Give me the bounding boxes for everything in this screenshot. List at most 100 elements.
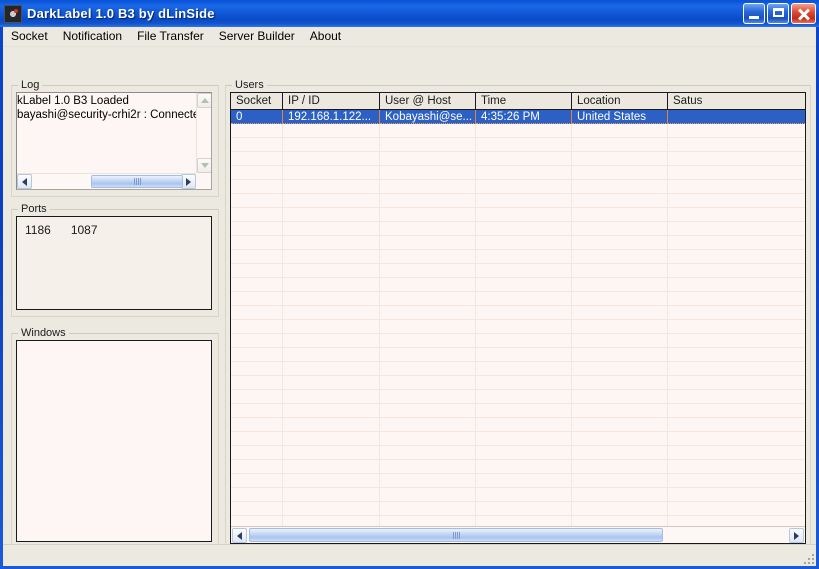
- table-cell: [572, 348, 668, 362]
- table-cell: [231, 264, 283, 278]
- table-cell: [668, 166, 805, 180]
- title-bar[interactable]: DarkLabel 1.0 B3 by dLinSide: [0, 0, 819, 27]
- table-row[interactable]: [231, 264, 805, 278]
- table-cell: [283, 334, 380, 348]
- users-horizontal-scrollbar[interactable]: [231, 526, 805, 543]
- windows-panel-label: Windows: [18, 327, 69, 339]
- table-cell: [283, 474, 380, 488]
- table-row[interactable]: [231, 376, 805, 390]
- table-row[interactable]: [231, 460, 805, 474]
- users-scroll-left-button[interactable]: [232, 528, 247, 543]
- table-row[interactable]: [231, 222, 805, 236]
- table-row[interactable]: [231, 516, 805, 526]
- table-cell: [668, 194, 805, 208]
- menu-item-about[interactable]: About: [303, 27, 348, 46]
- table-row[interactable]: [231, 488, 805, 502]
- table-row[interactable]: [231, 432, 805, 446]
- column-header-ip-id[interactable]: IP / ID: [283, 93, 380, 109]
- log-scroll-down-button[interactable]: [197, 158, 212, 173]
- menu-item-file-transfer[interactable]: File Transfer: [130, 27, 211, 46]
- column-header-location[interactable]: Location: [572, 93, 668, 109]
- table-cell: [572, 152, 668, 166]
- table-cell: [231, 502, 283, 516]
- close-button[interactable]: [791, 3, 816, 24]
- log-vertical-scrollbar[interactable]: [196, 93, 211, 173]
- table-row[interactable]: [231, 236, 805, 250]
- table-row[interactable]: [231, 418, 805, 432]
- log-line: bayashi@security-crhi2r : Connected: [17, 108, 196, 122]
- table-row[interactable]: [231, 502, 805, 516]
- table-row[interactable]: [231, 334, 805, 348]
- table-cell: [380, 334, 476, 348]
- column-header-time[interactable]: Time: [476, 93, 572, 109]
- table-row[interactable]: [231, 404, 805, 418]
- table-cell: [283, 152, 380, 166]
- table-cell: [231, 306, 283, 320]
- log-horizontal-scrollbar[interactable]: [17, 173, 196, 189]
- table-row[interactable]: [231, 446, 805, 460]
- table-row[interactable]: [231, 362, 805, 376]
- maximize-button[interactable]: [767, 3, 789, 24]
- table-row[interactable]: [231, 138, 805, 152]
- table-cell: [283, 390, 380, 404]
- table-row[interactable]: [231, 152, 805, 166]
- table-row[interactable]: [231, 390, 805, 404]
- table-row[interactable]: [231, 474, 805, 488]
- table-row[interactable]: [231, 166, 805, 180]
- table-row[interactable]: [231, 250, 805, 264]
- table-cell: [668, 110, 805, 124]
- users-grid-header: SocketIP / IDUser @ HostTimeLocationSatu…: [231, 93, 805, 110]
- column-header-satus[interactable]: Satus: [668, 93, 805, 109]
- table-row[interactable]: [231, 180, 805, 194]
- log-scroll-left-button[interactable]: [17, 174, 32, 189]
- table-row[interactable]: [231, 278, 805, 292]
- table-row[interactable]: 0192.168.1.122...Kobayashi@se...4:35:26 …: [231, 110, 805, 124]
- users-grid-body[interactable]: 0192.168.1.122...Kobayashi@se...4:35:26 …: [231, 110, 805, 526]
- table-cell: [476, 138, 572, 152]
- log-text-content[interactable]: kLabel 1.0 B3 Loaded bayashi@security-cr…: [17, 93, 196, 173]
- menu-item-server-builder[interactable]: Server Builder: [212, 27, 302, 46]
- table-cell: [668, 390, 805, 404]
- table-cell: [231, 488, 283, 502]
- table-cell: [572, 502, 668, 516]
- menu-item-socket[interactable]: Socket: [4, 27, 55, 46]
- port-value[interactable]: 1186: [25, 223, 51, 237]
- table-cell: [283, 432, 380, 446]
- users-grid[interactable]: SocketIP / IDUser @ HostTimeLocationSatu…: [230, 92, 806, 544]
- table-row[interactable]: [231, 348, 805, 362]
- log-scroll-up-button[interactable]: [197, 93, 212, 108]
- table-cell: [476, 264, 572, 278]
- log-hscroll-thumb[interactable]: [91, 175, 183, 188]
- ports-panel: Ports 1186 1087: [11, 203, 219, 317]
- menu-item-notification[interactable]: Notification: [56, 27, 129, 46]
- column-header-socket[interactable]: Socket: [231, 93, 283, 109]
- table-cell: [231, 138, 283, 152]
- table-cell: [668, 264, 805, 278]
- table-cell: [380, 432, 476, 446]
- column-header-user-host[interactable]: User @ Host: [380, 93, 476, 109]
- minimize-button[interactable]: [743, 3, 765, 24]
- log-scroll-right-button[interactable]: [181, 174, 196, 189]
- table-row[interactable]: [231, 306, 805, 320]
- table-cell: [476, 516, 572, 526]
- table-cell: [283, 502, 380, 516]
- windows-list[interactable]: [16, 340, 212, 542]
- table-cell: [572, 460, 668, 474]
- table-cell: [572, 222, 668, 236]
- table-cell: Kobayashi@se...: [380, 110, 476, 124]
- log-line: kLabel 1.0 B3 Loaded: [17, 94, 196, 108]
- table-row[interactable]: [231, 292, 805, 306]
- table-cell: [380, 488, 476, 502]
- table-row[interactable]: [231, 208, 805, 222]
- users-hscroll-thumb[interactable]: [249, 528, 663, 542]
- ports-list[interactable]: 1186 1087: [16, 216, 212, 310]
- resize-grip-icon[interactable]: [800, 550, 814, 564]
- table-cell: [476, 222, 572, 236]
- table-row[interactable]: [231, 194, 805, 208]
- port-value[interactable]: 1087: [71, 223, 98, 237]
- log-listbox[interactable]: kLabel 1.0 B3 Loaded bayashi@security-cr…: [16, 92, 212, 190]
- users-scroll-right-button[interactable]: [789, 528, 804, 543]
- table-row[interactable]: [231, 320, 805, 334]
- table-cell: [380, 152, 476, 166]
- table-row[interactable]: [231, 124, 805, 138]
